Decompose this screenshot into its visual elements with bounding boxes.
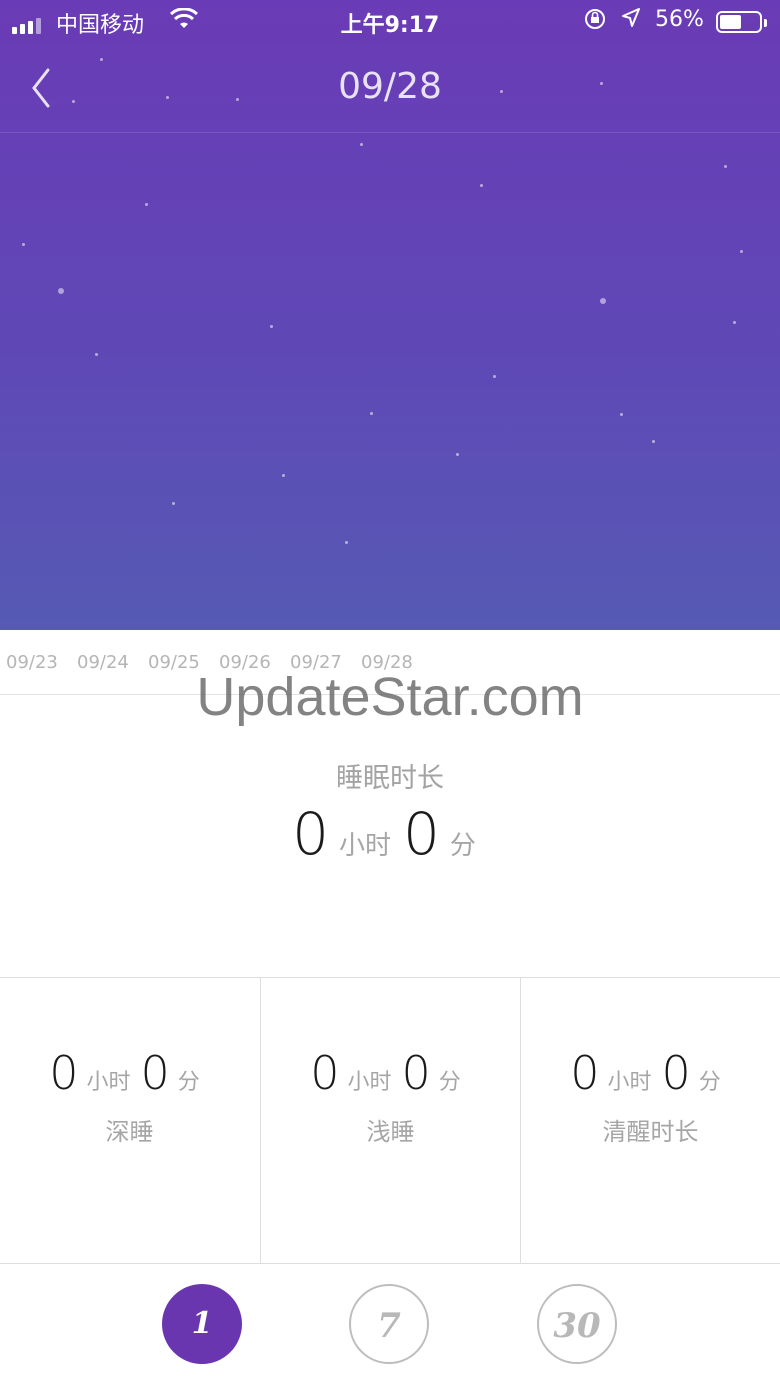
battery-percent: 56% (655, 7, 704, 32)
minutes-unit: 分 (449, 831, 476, 861)
sleep-duration-value: 0 小时 0 分 (0, 800, 780, 868)
range-30-days-button[interactable]: 30 (537, 1284, 617, 1364)
hours-unit: 小时 (347, 1070, 392, 1095)
battery-icon (716, 11, 767, 33)
hours-unit: 小时 (86, 1070, 131, 1095)
stat-label: 清醒时长 (602, 1118, 699, 1146)
range-7-days-button[interactable]: 7 (349, 1284, 429, 1364)
minutes-value: 0 (661, 1046, 691, 1100)
deep-sleep-stat: 0 小时 0 分 深睡 (0, 978, 259, 1263)
sleep-duration-label: 睡眠时长 (336, 763, 444, 794)
hours-unit: 小时 (607, 1070, 652, 1095)
hours-unit: 小时 (338, 831, 391, 861)
watermark: UpdateStar.com (196, 667, 584, 727)
minutes-unit: 分 (698, 1070, 721, 1095)
minutes-unit: 分 (177, 1070, 200, 1095)
rotation-lock-icon (583, 7, 607, 36)
page-title: 09/28 (338, 66, 442, 107)
light-sleep-stat: 0 小时 0 分 浅睡 (260, 978, 520, 1263)
hours-value: 0 (292, 800, 329, 868)
minutes-value: 0 (403, 800, 440, 868)
nav-bar: 09/28 (0, 44, 780, 133)
hours-value: 0 (49, 1046, 79, 1100)
minutes-unit: 分 (438, 1070, 461, 1095)
sleep-stats-grid: 0 小时 0 分 深睡 0 小时 0 分 浅睡 0 小时 0 分 清醒时长 (0, 977, 780, 1264)
location-arrow-icon (619, 6, 643, 36)
hours-value: 0 (310, 1046, 340, 1100)
stat-label: 浅睡 (366, 1118, 415, 1146)
hours-value: 0 (570, 1046, 600, 1100)
stat-label: 深睡 (105, 1118, 154, 1146)
minutes-value: 0 (140, 1046, 170, 1100)
awake-duration-stat: 0 小时 0 分 清醒时长 (520, 978, 780, 1263)
range-1-day-button[interactable]: 1 (162, 1284, 242, 1364)
minutes-value: 0 (401, 1046, 431, 1100)
sleep-chart-area: 中国移动 上午9:17 56% 09/28 (0, 0, 780, 630)
status-bar: 中国移动 上午9:17 56% (0, 0, 780, 44)
